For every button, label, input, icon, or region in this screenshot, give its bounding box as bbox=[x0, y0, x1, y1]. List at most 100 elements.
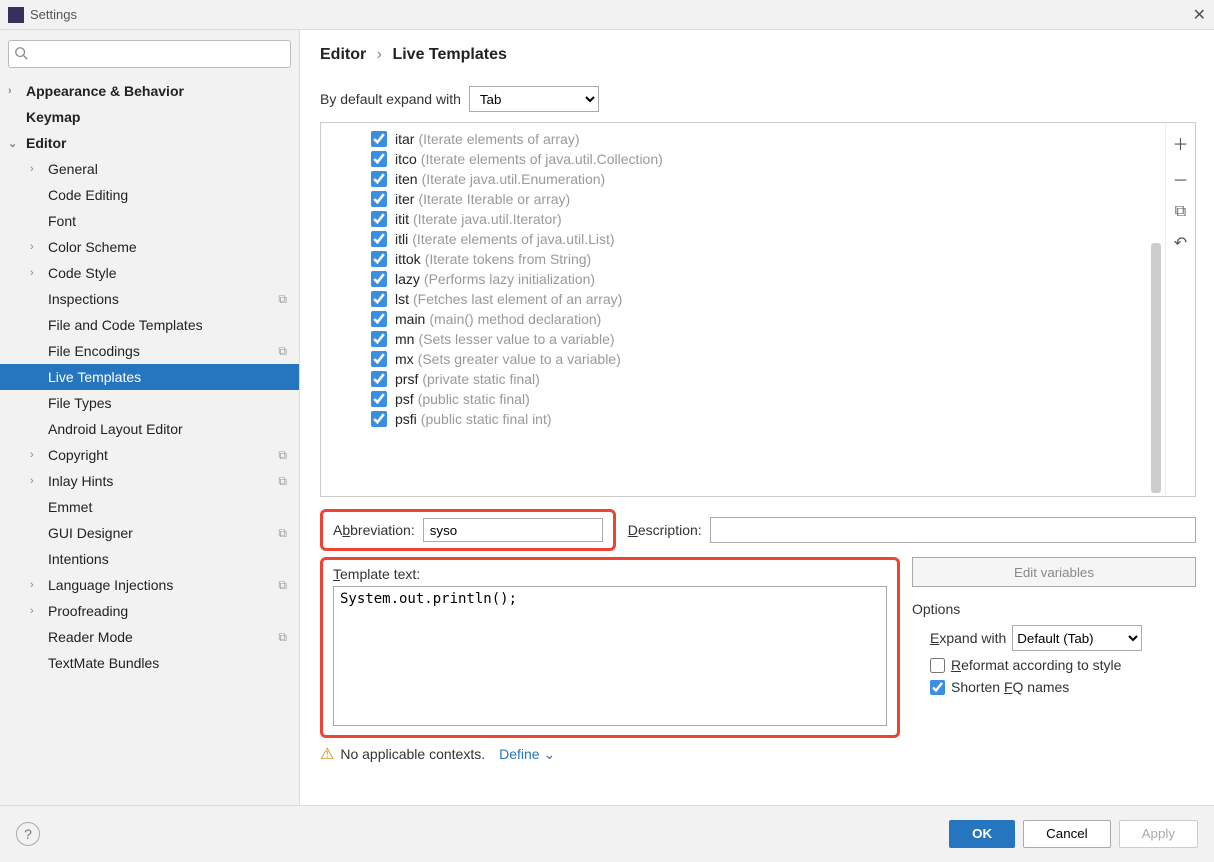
reformat-checkbox[interactable] bbox=[930, 658, 945, 673]
template-item-lst[interactable]: lst (Fetches last element of an array) bbox=[321, 289, 1165, 309]
template-abbr: psf bbox=[395, 391, 414, 407]
sidebar-item-label: Emmet bbox=[48, 499, 92, 515]
help-button[interactable]: ? bbox=[16, 822, 40, 846]
sidebar-item-color-scheme[interactable]: ›Color Scheme bbox=[0, 234, 299, 260]
sidebar-item-general[interactable]: ›General bbox=[0, 156, 299, 182]
template-checkbox[interactable] bbox=[371, 271, 387, 287]
sidebar-item-editor[interactable]: ⌄Editor bbox=[0, 130, 299, 156]
remove-icon[interactable]: － bbox=[1172, 167, 1188, 191]
project-icon: ⧉ bbox=[278, 344, 287, 359]
search-input[interactable] bbox=[8, 40, 291, 68]
template-item-iter[interactable]: iter (Iterate Iterable or array) bbox=[321, 189, 1165, 209]
template-item-mn[interactable]: mn (Sets lesser value to a variable) bbox=[321, 329, 1165, 349]
template-item-itit[interactable]: itit (Iterate java.util.Iterator) bbox=[321, 209, 1165, 229]
cancel-button[interactable]: Cancel bbox=[1023, 820, 1111, 848]
chevron-icon: › bbox=[30, 241, 34, 253]
sidebar-item-label: Keymap bbox=[26, 109, 80, 125]
template-item-prsf[interactable]: prsf (private static final) bbox=[321, 369, 1165, 389]
project-icon: ⧉ bbox=[278, 578, 287, 593]
sidebar-item-keymap[interactable]: Keymap bbox=[0, 104, 299, 130]
chevron-icon: › bbox=[30, 579, 34, 591]
sidebar-item-font[interactable]: Font bbox=[0, 208, 299, 234]
sidebar-item-code-editing[interactable]: Code Editing bbox=[0, 182, 299, 208]
template-item-mx[interactable]: mx (Sets greater value to a variable) bbox=[321, 349, 1165, 369]
sidebar-item-code-style[interactable]: ›Code Style bbox=[0, 260, 299, 286]
add-icon[interactable]: ＋ bbox=[1172, 131, 1188, 155]
sidebar-item-label: File Encodings bbox=[48, 343, 140, 359]
template-checkbox[interactable] bbox=[371, 391, 387, 407]
template-text-input[interactable] bbox=[333, 586, 887, 726]
scrollbar[interactable] bbox=[1151, 243, 1161, 493]
sidebar-item-label: Intentions bbox=[48, 551, 109, 567]
sidebar-item-copyright[interactable]: ›Copyright⧉ bbox=[0, 442, 299, 468]
titlebar: Settings ✕ bbox=[0, 0, 1214, 30]
sidebar-item-label: Reader Mode bbox=[48, 629, 133, 645]
template-checkbox[interactable] bbox=[371, 311, 387, 327]
template-text-label: Template text: bbox=[333, 566, 887, 582]
sidebar-item-gui-designer[interactable]: GUI Designer⧉ bbox=[0, 520, 299, 546]
template-item-psfi[interactable]: psfi (public static final int) bbox=[321, 409, 1165, 429]
sidebar-item-inlay-hints[interactable]: ›Inlay Hints⧉ bbox=[0, 468, 299, 494]
edit-variables-button[interactable]: Edit variables bbox=[912, 557, 1196, 587]
template-checkbox[interactable] bbox=[371, 151, 387, 167]
template-item-itco[interactable]: itco (Iterate elements of java.util.Coll… bbox=[321, 149, 1165, 169]
template-checkbox[interactable] bbox=[371, 411, 387, 427]
sidebar-item-inspections[interactable]: Inspections⧉ bbox=[0, 286, 299, 312]
chevron-icon: › bbox=[8, 85, 12, 97]
sidebar-item-appearance-behavior[interactable]: ›Appearance & Behavior bbox=[0, 78, 299, 104]
abbreviation-label: Abbreviation: bbox=[333, 522, 415, 538]
template-checkbox[interactable] bbox=[371, 231, 387, 247]
template-item-psf[interactable]: psf (public static final) bbox=[321, 389, 1165, 409]
template-item-itli[interactable]: itli (Iterate elements of java.util.List… bbox=[321, 229, 1165, 249]
sidebar-item-file-types[interactable]: File Types bbox=[0, 390, 299, 416]
template-checkbox[interactable] bbox=[371, 371, 387, 387]
template-abbr: ittok bbox=[395, 251, 421, 267]
template-item-itar[interactable]: itar (Iterate elements of array) bbox=[321, 129, 1165, 149]
description-label: Description: bbox=[628, 522, 702, 538]
sidebar-item-emmet[interactable]: Emmet bbox=[0, 494, 299, 520]
template-checkbox[interactable] bbox=[371, 211, 387, 227]
template-abbr: itco bbox=[395, 151, 417, 167]
template-item-main[interactable]: main (main() method declaration) bbox=[321, 309, 1165, 329]
sidebar-item-reader-mode[interactable]: Reader Mode⧉ bbox=[0, 624, 299, 650]
default-expand-select[interactable]: Tab bbox=[469, 86, 599, 112]
sidebar-item-proofreading[interactable]: ›Proofreading bbox=[0, 598, 299, 624]
options-label: Options bbox=[912, 601, 1196, 617]
sidebar-item-intentions[interactable]: Intentions bbox=[0, 546, 299, 572]
sidebar-item-label: Android Layout Editor bbox=[48, 421, 183, 437]
sidebar-item-language-injections[interactable]: ›Language Injections⧉ bbox=[0, 572, 299, 598]
sidebar-item-label: General bbox=[48, 161, 98, 177]
copy-icon[interactable]: ⧉ bbox=[1175, 203, 1186, 221]
revert-icon[interactable]: ↶ bbox=[1174, 233, 1187, 253]
template-desc: (Iterate tokens from String) bbox=[425, 251, 592, 267]
expand-with-row: Expand with Default (Tab) bbox=[930, 625, 1196, 651]
template-checkbox[interactable] bbox=[371, 291, 387, 307]
ok-button[interactable]: OK bbox=[949, 820, 1015, 848]
sidebar-item-label: TextMate Bundles bbox=[48, 655, 159, 671]
sidebar-item-live-templates[interactable]: Live Templates bbox=[0, 364, 299, 390]
template-checkbox[interactable] bbox=[371, 131, 387, 147]
template-item-ittok[interactable]: ittok (Iterate tokens from String) bbox=[321, 249, 1165, 269]
template-item-iten[interactable]: iten (Iterate java.util.Enumeration) bbox=[321, 169, 1165, 189]
contexts-row: ⚠ No applicable contexts. Define ⌄ bbox=[320, 744, 1196, 764]
shorten-checkbox[interactable] bbox=[930, 680, 945, 695]
template-item-lazy[interactable]: lazy (Performs lazy initialization) bbox=[321, 269, 1165, 289]
template-checkbox[interactable] bbox=[371, 331, 387, 347]
template-desc: (Iterate Iterable or array) bbox=[418, 191, 570, 207]
define-link[interactable]: Define ⌄ bbox=[499, 746, 555, 763]
apply-button[interactable]: Apply bbox=[1119, 820, 1198, 848]
description-input[interactable] bbox=[710, 517, 1196, 543]
sidebar-item-file-encodings[interactable]: File Encodings ⧉ bbox=[0, 338, 299, 364]
template-checkbox[interactable] bbox=[371, 251, 387, 267]
sidebar-item-android-layout-editor[interactable]: Android Layout Editor bbox=[0, 416, 299, 442]
expand-with-select[interactable]: Default (Tab) bbox=[1012, 625, 1142, 651]
sidebar-item-file-and-code-templates[interactable]: File and Code Templates bbox=[0, 312, 299, 338]
close-icon[interactable]: ✕ bbox=[1193, 5, 1206, 25]
footer-buttons: OK Cancel Apply bbox=[949, 820, 1198, 848]
template-checkbox[interactable] bbox=[371, 171, 387, 187]
sidebar-item-textmate-bundles[interactable]: TextMate Bundles bbox=[0, 650, 299, 676]
abbreviation-input[interactable] bbox=[423, 518, 603, 542]
sidebar-item-label: Live Templates bbox=[48, 369, 141, 385]
template-checkbox[interactable] bbox=[371, 351, 387, 367]
template-checkbox[interactable] bbox=[371, 191, 387, 207]
